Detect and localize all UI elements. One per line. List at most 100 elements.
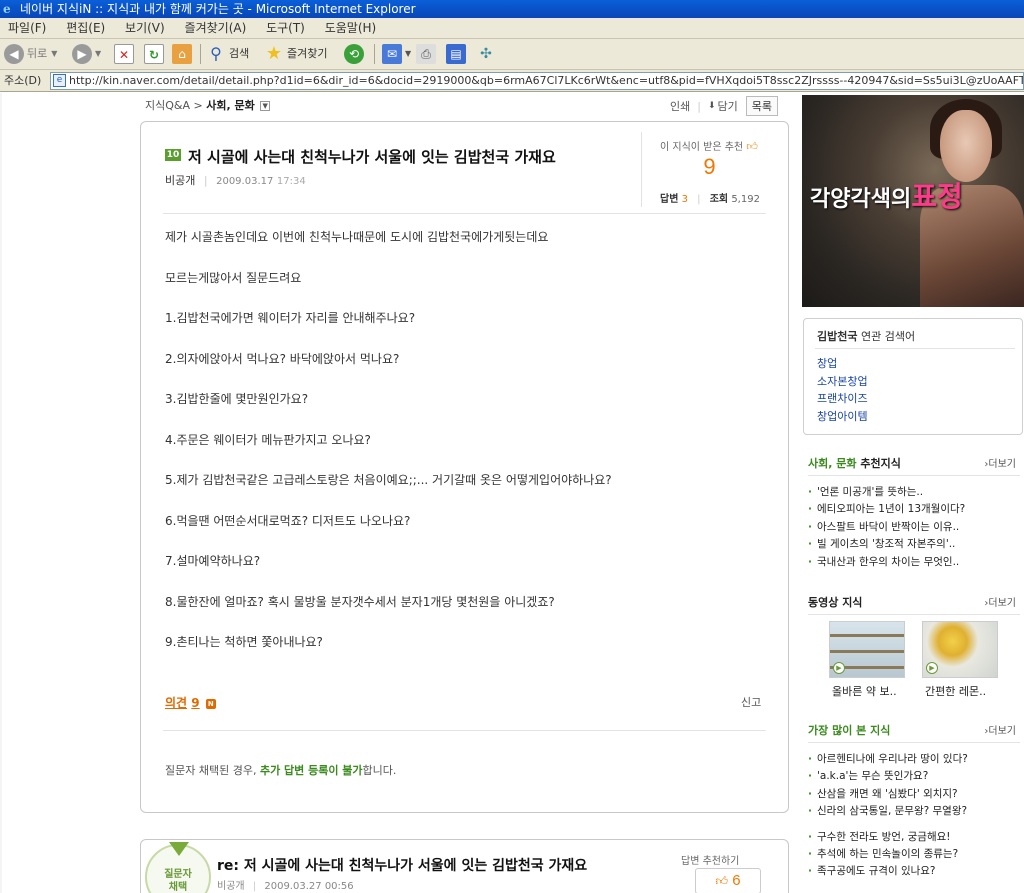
favorites-button[interactable]: ★ 즐겨찾기 [264, 43, 328, 65]
answer-recommend-label: 답변 추천하기 [681, 856, 740, 867]
forward-dropdown-icon[interactable]: ▼ [95, 43, 101, 65]
related-item[interactable]: 프랜차이즈 [817, 390, 868, 408]
section-title: 추천지식 [860, 457, 901, 470]
back-button[interactable]: ◀ 뒤로 ▼ [4, 43, 57, 65]
stop-button[interactable]: ✕ [114, 43, 137, 65]
thumbs-up-icon: 👍︎ [715, 874, 729, 888]
list-item[interactable]: 아스팔트 바닥이 반짝이는 이유.. [808, 519, 1018, 536]
video-thumbnail[interactable]: ▶ [922, 621, 998, 678]
asker-name: 비공개 [165, 174, 196, 187]
question-date: 2009.03.17 [216, 176, 274, 187]
menu-edit[interactable]: 편집(E) [58, 18, 113, 39]
list-item[interactable]: '언론 미공개'를 뜻하는.. [808, 484, 1018, 501]
list-item[interactable]: 'a.k.a'는 무슨 뜻인가요? [808, 768, 1018, 785]
menu-help[interactable]: 도움말(H) [317, 18, 385, 39]
answer-author: 비공개 [217, 881, 245, 892]
refresh-button[interactable]: ↻ [144, 43, 167, 65]
body-line: 모르는게많아서 질문드려요 [165, 270, 302, 285]
list-item[interactable]: 추석에 하는 민속놀이의 종류는? [808, 846, 1018, 863]
recommended-section: 사회, 문화 추천지식 ›더보기 '언론 미공개'를 뜻하는.. 에티오피아는 … [808, 455, 1020, 571]
print-link[interactable]: 인쇄 [670, 98, 690, 114]
address-label: 주소(D) [4, 74, 42, 87]
list-item[interactable]: 빌 게이츠의 '창조적 자본주의'.. [808, 536, 1018, 553]
save-link[interactable]: 담기 [718, 98, 738, 114]
play-icon: ▶ [926, 662, 938, 674]
popular-list: 구수한 전라도 방언, 궁금해요! 추석에 하는 민속놀이의 종류는? 족구공에… [808, 829, 1018, 881]
edit-button[interactable]: ▤ [446, 43, 469, 65]
banner-figure [940, 110, 992, 182]
back-label: 뒤로 [27, 47, 48, 60]
more-link[interactable]: ›더보기 [984, 594, 1016, 609]
related-keyword: 김밥천국 [817, 330, 858, 343]
banner-text: 각양각색의표정 [810, 175, 963, 215]
divider: | [203, 174, 208, 187]
answer-title: re: 저 시골에 사는대 친척누나가 서울에 잇는 김밥천국 가재요 [217, 858, 588, 874]
stop-icon: ✕ [114, 44, 134, 64]
banner-text-pink: 표정 [911, 180, 963, 213]
printer-icon: ⎙ [416, 44, 436, 64]
related-item[interactable]: 창업아이템 [817, 408, 868, 426]
notice-text: 질문자 채택된 경우, [165, 764, 257, 777]
video-caption[interactable]: 올바른 약 보.. [832, 683, 897, 699]
shelf-graphic [830, 634, 904, 637]
menu-favorites[interactable]: 즐겨찾기(A) [177, 18, 255, 39]
menu-tools[interactable]: 도구(T) [258, 18, 313, 39]
print-button[interactable]: ⎙ [416, 43, 439, 65]
messenger-button[interactable]: ✣ [476, 43, 499, 65]
list-item[interactable]: 구수한 전라도 방언, 궁금해요! [808, 829, 1018, 846]
more-link[interactable]: ›더보기 [984, 455, 1016, 470]
breadcrumb-category[interactable]: 사회, 문화 [206, 99, 255, 112]
back-dropdown-icon[interactable]: ▼ [51, 43, 57, 65]
menu-view[interactable]: 보기(V) [117, 18, 173, 39]
list-button[interactable]: 목록 [745, 96, 779, 116]
search-button[interactable]: ⚲ 검색 [206, 43, 249, 65]
thumbs-up-icon[interactable]: 👍︎ [746, 140, 758, 153]
answers-label[interactable]: 답변 [660, 194, 678, 205]
home-button[interactable]: ⌂ [172, 43, 195, 65]
list-item[interactable]: 족구공에도 규격이 있나요? [808, 863, 1018, 880]
answer-meta: 비공개 | 2009.03.27 00:56 [217, 877, 354, 892]
menu-file[interactable]: 파일(F) [0, 18, 54, 39]
divider: | [252, 881, 257, 892]
report-link[interactable]: 신고 [741, 694, 761, 710]
ie-logo-icon: e [3, 2, 11, 16]
refresh-icon: ↻ [144, 44, 164, 64]
question-time: 17:34 [276, 176, 306, 187]
body-line: 7.설마예약하나요? [165, 554, 261, 568]
section-title: 가장 많이 본 지식 [808, 724, 891, 737]
body-line: 4.주문은 웨이터가 메뉴판가지고 오나요? [165, 432, 371, 447]
category-dropdown-icon[interactable]: ▼ [260, 101, 271, 111]
history-button[interactable]: ⟲ [344, 43, 367, 65]
body-line: 9.촌티나는 척하면 쫓아내나요? [165, 635, 323, 649]
related-item[interactable]: 소자본창업 [817, 373, 868, 391]
forward-button[interactable]: ▶ ▼ [72, 43, 101, 65]
question-box: 10 저 시골에 사는대 친척누나가 서울에 잇는 김밥천국 가재요 비공개 |… [140, 121, 789, 813]
breadcrumb-root[interactable]: 지식Q&A > [145, 99, 203, 112]
video-thumbnail[interactable]: ▶ [829, 621, 905, 678]
more-link[interactable]: ›더보기 [984, 722, 1016, 737]
list-item[interactable]: 신라의 삼국통일, 문무왕? 무열왕? [808, 803, 1018, 820]
list-item[interactable]: 아르헨티나에 우리나라 땅이 있다? [808, 751, 1018, 768]
list-item[interactable]: 산삼을 캐면 왜 '심봤다' 외치지? [808, 786, 1018, 803]
video-caption[interactable]: 간편한 레몬.. [925, 683, 986, 699]
ad-banner[interactable]: 각양각색의표정 [802, 95, 1024, 307]
question-stats: 답변 3 | 조회 5,192 [660, 190, 760, 205]
more-label: 더보기 [988, 459, 1016, 470]
divider: | [697, 99, 701, 113]
search-label: 검색 [229, 47, 250, 60]
answer-recommend-button[interactable]: 👍︎ 6 [695, 868, 761, 893]
related-item[interactable]: 창업 [817, 355, 868, 373]
mail-button[interactable]: ✉ ▼ [382, 43, 411, 65]
section-category: 사회, 문화 [808, 457, 857, 470]
divider [808, 614, 1020, 615]
address-input[interactable]: e http://kin.naver.com/detail/detail.php… [50, 72, 1024, 90]
opinion-link[interactable]: 의견 9 N [165, 694, 216, 711]
page-actions: 인쇄 | ⬇ 담기 목록 [670, 96, 779, 116]
toolbar: ◀ 뒤로 ▼ ▶ ▼ ✕ ↻ ⌂ ⚲ 검색 ★ 즐겨찾기 ⟲ ✉ ▼ ⎙ ▤ ✣ [0, 39, 1024, 70]
seal-text: 채택 [168, 882, 188, 893]
mail-dropdown-icon[interactable]: ▼ [405, 43, 411, 65]
list-item[interactable]: 에티오피아는 1년이 13개월이다? [808, 501, 1018, 518]
answer-time: 00:56 [324, 881, 354, 892]
section-header: 동영상 지식 ›더보기 [808, 594, 1018, 614]
list-item[interactable]: 국내산과 한우의 차이는 무엇인.. [808, 554, 1018, 571]
